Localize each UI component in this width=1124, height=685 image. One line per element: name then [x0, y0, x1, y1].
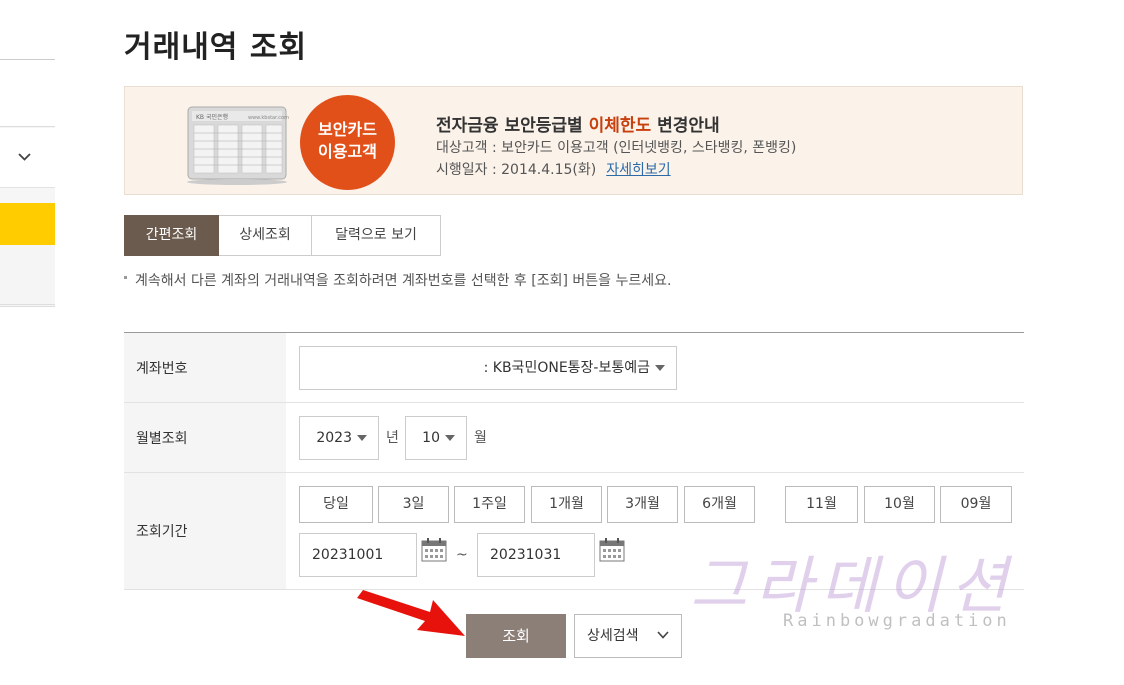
detail-search-button[interactable]: 상세검색 — [574, 614, 682, 658]
month-value: 10 — [422, 430, 440, 446]
period-1week-button[interactable]: 1주일 — [454, 486, 525, 523]
sidebar-item-active[interactable] — [0, 203, 55, 245]
account-label: 계좌번호 — [124, 333, 286, 402]
month-row: 월별조회 2023 년 10 월 — [124, 403, 1024, 473]
svg-text:KB 국민은행: KB 국민은행 — [196, 113, 228, 121]
date-separator: ~ — [456, 547, 468, 563]
chevron-down-icon — [657, 631, 669, 639]
month-select[interactable]: 10 — [405, 416, 467, 460]
tab-detail[interactable]: 상세조회 — [219, 215, 312, 256]
chevron-down-icon — [18, 153, 31, 161]
period-3day-button[interactable]: 3일 — [378, 486, 449, 523]
details-link[interactable]: 자세히보기 — [606, 162, 670, 178]
year-select[interactable]: 2023 — [299, 416, 379, 460]
banner-target: 대상고객 : 보안카드 이용고객 (인터넷뱅킹, 스타뱅킹, 폰뱅킹) — [436, 140, 797, 156]
start-date-input[interactable]: 20231001 — [299, 533, 417, 577]
calendar-icon[interactable] — [599, 537, 625, 563]
tab-calendar[interactable]: 달력으로 보기 — [312, 215, 441, 256]
month-10-button[interactable]: 10월 — [864, 486, 935, 523]
period-label: 조회기간 — [124, 473, 286, 589]
security-card-badge: 보안카드 이용고객 — [300, 95, 395, 190]
search-button[interactable]: 조회 — [466, 614, 566, 658]
year-unit: 년 — [386, 430, 399, 446]
notice-banner: KB 국민은행 www.kbstar.com 보안카드 이용고객 전자금융 보안… — [124, 86, 1023, 195]
sidebar-expand[interactable] — [0, 128, 55, 188]
page-title: 거래내역 조회 — [124, 30, 308, 65]
dropdown-arrow-icon — [655, 365, 665, 371]
banner-date-line: 시행일자 : 2014.4.15(화) 자세히보기 — [436, 162, 671, 178]
period-1month-button[interactable]: 1개월 — [531, 486, 602, 523]
dropdown-arrow-icon — [357, 435, 367, 441]
year-value: 2023 — [316, 430, 352, 446]
guide-note: 계속해서 다른 계좌의 거래내역을 조회하려면 계좌번호를 선택한 후 [조회]… — [124, 270, 671, 290]
month-label: 월별조회 — [124, 403, 286, 472]
month-unit: 월 — [474, 430, 487, 446]
period-3month-button[interactable]: 3개월 — [607, 486, 678, 523]
month-09-button[interactable]: 09월 — [940, 486, 1012, 523]
period-today-button[interactable]: 당일 — [299, 486, 373, 523]
red-arrow-icon — [357, 590, 465, 636]
account-row: 계좌번호 : KB국민ONE통장-보통예금 — [124, 333, 1024, 403]
security-card-image: KB 국민은행 www.kbstar.com — [187, 106, 289, 185]
watermark: 그라데이션 Rainbowgradation — [690, 535, 1090, 635]
calendar-icon[interactable] — [421, 537, 447, 563]
sidebar-divider — [0, 59, 55, 60]
tab-simple[interactable]: 간편조회 — [124, 215, 219, 256]
bullet-icon — [124, 276, 127, 279]
account-select[interactable]: : KB국민ONE통장-보통예금 — [299, 346, 677, 390]
end-date-input[interactable]: 20231031 — [477, 533, 595, 577]
banner-title: 전자금융 보안등급별 이체한도 변경안내 — [436, 116, 720, 136]
view-tabs: 간편조회 상세조회 달력으로 보기 — [124, 215, 441, 256]
watermark-subtitle: Rainbowgradation — [783, 611, 1011, 631]
svg-text:www.kbstar.com: www.kbstar.com — [248, 115, 289, 121]
month-11-button[interactable]: 11월 — [785, 486, 858, 523]
dropdown-arrow-icon — [445, 435, 455, 441]
detail-search-label: 상세검색 — [587, 628, 639, 644]
period-6month-button[interactable]: 6개월 — [684, 486, 755, 523]
account-value: : KB국민ONE통장-보통예금 — [483, 360, 650, 376]
sidebar-item[interactable] — [0, 245, 55, 305]
